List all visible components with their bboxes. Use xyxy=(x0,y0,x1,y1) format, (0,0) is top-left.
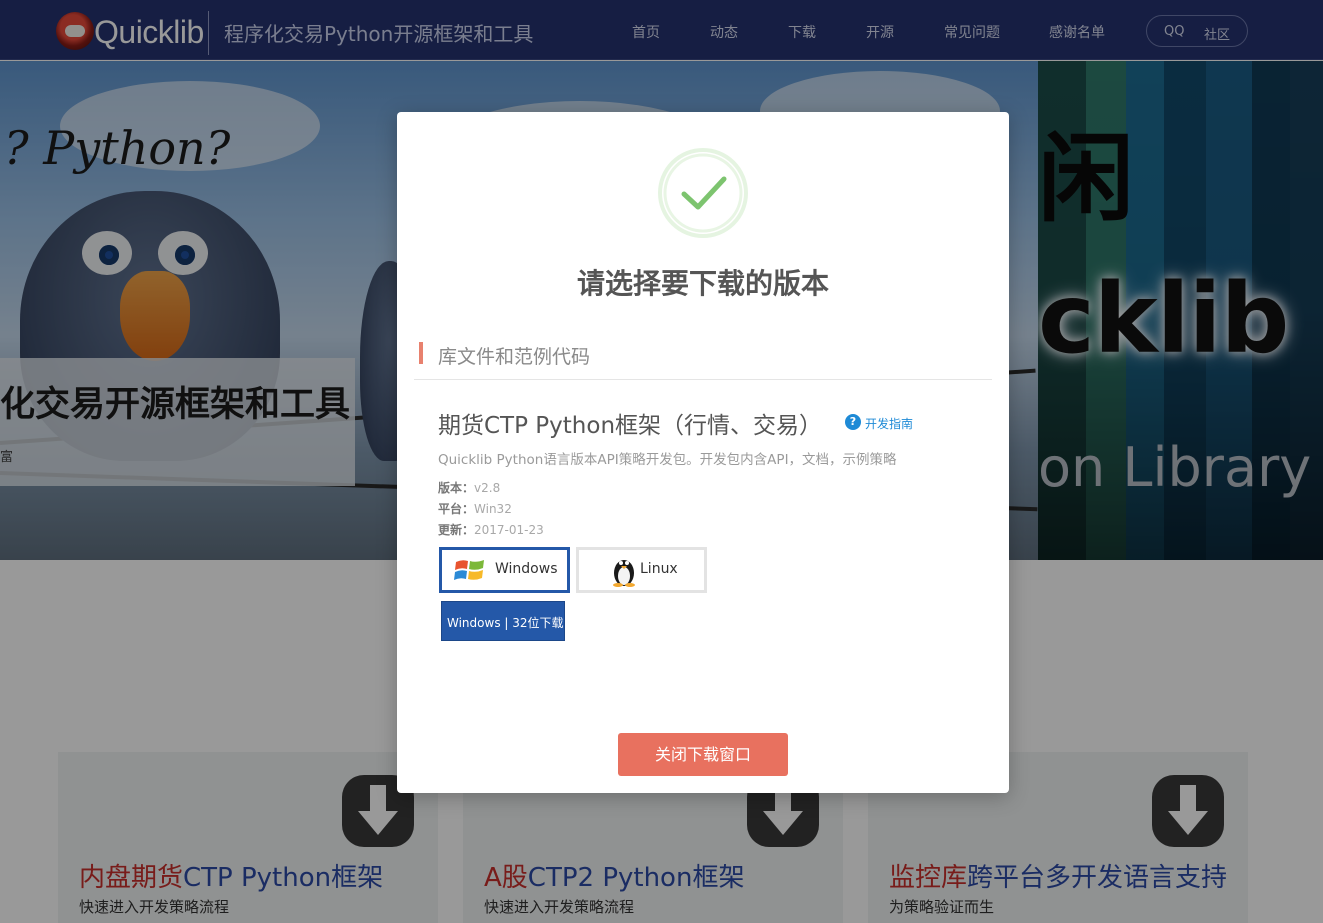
updated-row: 更新：2017-01-23 xyxy=(438,521,544,538)
windows-logo-icon xyxy=(454,560,484,580)
updated-value: 2017-01-23 xyxy=(474,523,544,537)
version-value: v2.8 xyxy=(474,481,501,495)
version-label: 版本： xyxy=(438,481,475,495)
section-marker xyxy=(419,342,423,364)
os-option-label: Linux xyxy=(640,561,678,577)
product-title: 期货CTP Python框架（行情、交易） xyxy=(438,413,823,439)
updated-label: 更新： xyxy=(438,523,475,537)
close-modal-button[interactable]: 关闭下载窗口 xyxy=(618,733,788,776)
section-divider xyxy=(414,379,992,380)
help-circle-icon: ? xyxy=(845,414,861,430)
os-option-label: Windows xyxy=(495,561,558,577)
platform-label: 平台： xyxy=(438,502,475,516)
platform-value: Win32 xyxy=(474,502,512,516)
platform-row: 平台：Win32 xyxy=(438,500,512,517)
linux-tux-icon xyxy=(613,560,635,587)
download-modal: 请选择要下载的版本 库文件和范例代码 期货CTP Python框架（行情、交易）… xyxy=(397,112,1009,793)
os-option-linux[interactable]: Linux xyxy=(576,547,707,593)
check-circle-icon xyxy=(658,148,748,238)
os-option-windows[interactable]: Windows xyxy=(439,547,570,593)
product-description: Quicklib Python语言版本API策略开发包。开发包内含API，文档，… xyxy=(438,452,897,468)
modal-title: 请选择要下载的版本 xyxy=(576,267,829,300)
section-label: 库文件和范例代码 xyxy=(438,346,591,368)
dev-guide-label: 开发指南 xyxy=(865,417,914,431)
download-button[interactable]: Windows | 32位下载 xyxy=(441,601,565,641)
download-button-label: Windows | 32位下载 xyxy=(447,616,564,630)
version-row: 版本：v2.8 xyxy=(438,479,500,496)
